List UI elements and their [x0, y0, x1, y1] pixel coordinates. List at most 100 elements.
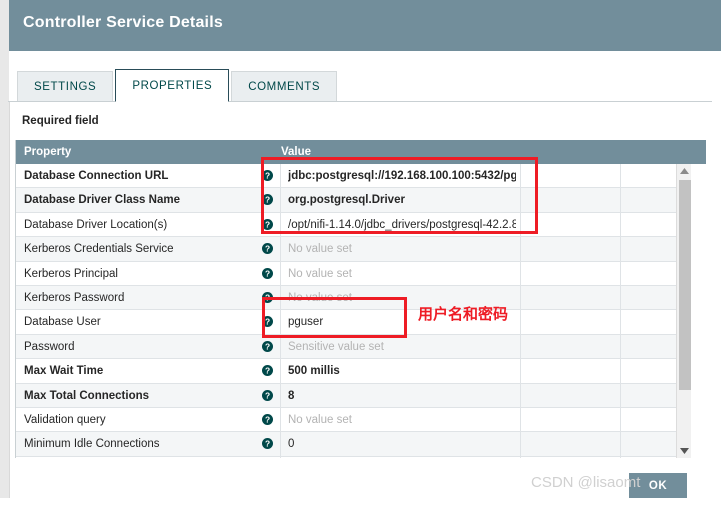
column-divider — [520, 164, 521, 188]
column-divider — [620, 310, 621, 335]
column-divider — [620, 261, 621, 286]
table-row[interactable]: Validation query? No value set — [16, 407, 691, 433]
column-divider — [520, 383, 521, 408]
column-divider — [620, 432, 621, 457]
column-divider — [520, 212, 521, 237]
watermark: CSDN @lisaomt — [531, 474, 641, 491]
help-circle-icon[interactable]: ? — [262, 438, 273, 450]
property-name-cell: Kerberos Principal — [24, 267, 118, 280]
svg-text:?: ? — [265, 390, 270, 400]
column-divider — [280, 359, 281, 384]
table-row[interactable]: Database User? pguser — [16, 310, 691, 335]
table-row[interactable]: Kerberos Password? No value set — [16, 285, 691, 311]
ok-button[interactable]: OK — [629, 473, 687, 499]
help-circle-icon[interactable]: ? — [262, 243, 273, 255]
help-circle-icon[interactable]: ? — [262, 267, 273, 279]
property-name-cell: Max Idle Connections — [24, 457, 249, 458]
table-row[interactable]: Kerberos Credentials Service? No value se… — [16, 237, 691, 262]
property-value-cell[interactable]: 8 — [288, 384, 516, 408]
tab-properties[interactable]: PROPERTIES — [115, 69, 230, 102]
property-value-cell[interactable]: No value set — [288, 408, 516, 432]
column-divider — [280, 261, 281, 286]
table-row[interactable]: Database Driver Location(s)? /opt/nifi-1.… — [16, 212, 691, 238]
help-circle-icon[interactable]: ? — [262, 389, 273, 401]
column-divider — [520, 359, 521, 384]
property-name-cell: Database User — [24, 316, 101, 329]
property-name-cell: Validation query — [24, 413, 106, 426]
table-row[interactable]: Kerberos Principal? No value set — [16, 261, 691, 286]
triangle-up-icon[interactable] — [677, 164, 692, 178]
column-divider — [620, 334, 621, 359]
svg-text:?: ? — [265, 268, 270, 278]
triangle-down-icon[interactable] — [677, 444, 692, 458]
help-circle-icon[interactable]: ? — [262, 291, 273, 303]
tab-settings[interactable]: SETTINGS — [17, 71, 114, 102]
property-value-cell[interactable]: 500 millis — [288, 359, 516, 383]
column-divider — [520, 285, 521, 310]
help-circle-icon[interactable]: ? — [262, 170, 273, 181]
column-header-property[interactable]: Property — [24, 140, 71, 164]
property-name-cell: Database Connection URL — [24, 170, 169, 182]
help-circle-icon[interactable]: ? — [262, 365, 273, 377]
table-row[interactable]: Database Connection URL? jdbc:postgresql:… — [16, 164, 691, 189]
property-value-cell[interactable]: 0 — [288, 432, 516, 456]
property-value-cell[interactable]: org.postgresql.Driver — [288, 188, 516, 212]
table-row[interactable]: Database Driver Class Name? org.postgresq… — [16, 188, 691, 213]
property-name-cell: Max Total Connections — [24, 389, 150, 402]
dialog-title-bar: Controller Service Details — [9, 0, 721, 51]
help-circle-icon[interactable]: ? — [262, 194, 273, 206]
help-circle-icon[interactable]: ? — [262, 316, 273, 328]
tab-bar: SETTINGS PROPERTIES COMMENTS — [9, 51, 721, 102]
column-divider — [280, 456, 281, 458]
svg-text:?: ? — [265, 171, 270, 181]
property-name-cell: Minimum Idle Connections — [24, 438, 160, 451]
property-name-cell: Database Driver Location(s) — [24, 218, 168, 231]
property-value-cell[interactable]: No value set — [288, 262, 516, 286]
dialog-bottom-edge — [0, 498, 721, 508]
column-divider — [520, 237, 521, 262]
svg-text:?: ? — [265, 195, 270, 205]
help-circle-icon[interactable]: ? — [262, 218, 273, 230]
property-table-body: Database Connection URL? jdbc:postgresql:… — [16, 164, 691, 458]
column-divider — [520, 334, 521, 359]
svg-text:?: ? — [265, 219, 270, 229]
property-table-header: Property Value — [16, 140, 706, 164]
column-divider — [620, 188, 621, 213]
column-divider — [520, 188, 521, 213]
tab-comments[interactable]: COMMENTS — [231, 71, 338, 102]
column-divider — [620, 456, 621, 458]
table-row[interactable]: Max Wait Time? 500 millis — [16, 359, 691, 384]
property-value-cell[interactable]: /opt/nifi-1.14.0/jdbc_drivers/postgresql… — [288, 213, 516, 237]
property-value-cell[interactable]: Sensitive value set — [288, 335, 516, 359]
property-value-cell[interactable]: 8 — [288, 457, 516, 458]
column-divider — [280, 285, 281, 310]
column-divider — [620, 237, 621, 262]
column-divider — [520, 432, 521, 457]
table-row[interactable]: Max Idle Connections?8 — [16, 456, 691, 458]
tab-underline-divider — [8, 101, 712, 102]
property-name-cell: Password — [24, 340, 75, 353]
column-divider — [520, 261, 521, 286]
page-title: Controller Service Details — [23, 14, 223, 31]
help-circle-icon[interactable]: ? — [262, 340, 273, 352]
property-value-cell[interactable]: No value set — [288, 237, 516, 261]
column-divider — [620, 164, 621, 188]
svg-text:?: ? — [265, 415, 270, 425]
table-row[interactable]: Password? Sensitive value set — [16, 334, 691, 360]
svg-text:?: ? — [265, 341, 270, 351]
svg-text:?: ? — [265, 244, 270, 254]
column-divider — [280, 310, 281, 335]
scrollbar-thumb[interactable] — [679, 180, 691, 390]
column-divider — [520, 407, 521, 432]
table-row[interactable]: Max Total Connections? 8 — [16, 383, 691, 408]
property-value-cell[interactable]: jdbc:postgresql://192.168.100.100:5432/p… — [288, 164, 516, 188]
column-divider — [280, 212, 281, 237]
table-row[interactable]: Minimum Idle Connections? 0 — [16, 432, 691, 457]
column-divider — [620, 407, 621, 432]
ok-button-label: OK — [648, 480, 668, 492]
column-header-value[interactable]: Value — [281, 140, 311, 164]
help-circle-icon[interactable]: ? — [262, 413, 273, 425]
column-divider — [280, 237, 281, 262]
property-name-cell: Kerberos Password — [24, 291, 125, 304]
property-table-scrollbar[interactable] — [676, 164, 691, 458]
